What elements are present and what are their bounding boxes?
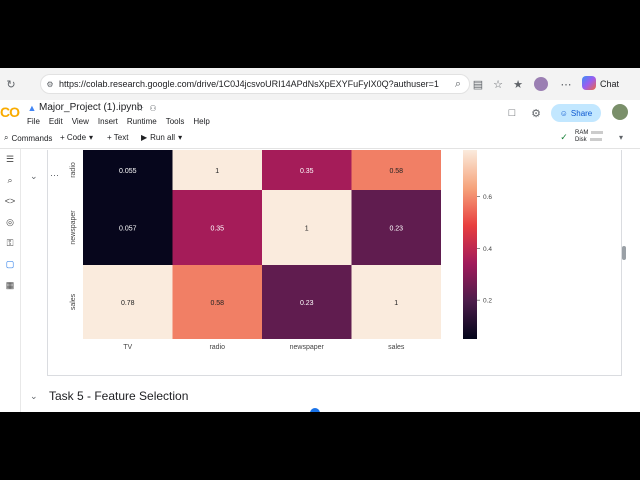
files-folder-icon[interactable]: ▢	[4, 258, 16, 270]
add-text-label: + Text	[107, 133, 129, 142]
settings-gear-icon[interactable]: ⚙	[530, 107, 542, 120]
drive-icon: ▲	[27, 103, 37, 113]
scrollbar-thumb[interactable]	[622, 246, 626, 260]
find-replace-icon[interactable]: ⌕	[4, 174, 16, 186]
heatmap-value-label: 0.057	[119, 226, 137, 233]
heatmap-value-label: 0.23	[300, 300, 314, 307]
favorites-list-icon[interactable]: ★	[512, 78, 524, 91]
connected-check-icon: ✓	[560, 131, 568, 142]
star-icon[interactable]: ☆	[135, 103, 145, 113]
heatmap-value-label: 1	[215, 168, 219, 175]
colab-logo[interactable]: CO	[0, 104, 20, 120]
share-people-icon[interactable]: ⚇	[148, 103, 158, 113]
copilot-icon[interactable]	[582, 76, 596, 90]
heatmap-value-label: 0.055	[119, 168, 137, 175]
collapse-chevron-icon[interactable]: ⌄	[30, 391, 38, 402]
address-bar[interactable]: ⚙ https://colab.research.google.com/driv…	[40, 74, 470, 94]
heatmap-value-label: 1	[394, 300, 398, 307]
left-rail: ☰ ⌕ <> ◎ ⚿ ▢ ▦	[0, 149, 21, 412]
heatmap-value-label: 0.35	[210, 226, 224, 233]
variables-icon[interactable]: ◎	[4, 216, 16, 228]
row-tick-label: sales	[70, 293, 77, 310]
section-title: Task 5 - Feature Selection	[49, 389, 189, 403]
collapse-chevron-icon[interactable]: ⌄	[30, 171, 38, 182]
ram-bar	[591, 130, 604, 134]
colab-header: CO ▲ Major_Project (1).ipynb ☆ ⚇ File Ed…	[0, 100, 640, 128]
menu-edit[interactable]: Edit	[49, 117, 63, 126]
resource-monitor[interactable]: RAM Disk	[575, 130, 604, 144]
chevron-down-icon[interactable]: ▾	[178, 133, 182, 142]
colorbar-tick-label: 0.4	[483, 246, 492, 253]
column-tick-label: radio	[209, 344, 225, 351]
terminal-table-icon[interactable]: ▦	[4, 279, 16, 291]
correlation-heatmap: 0.055 1 0.35 0.58 radio 0.057 0.35 1 0.23 newspap…	[70, 150, 492, 351]
more-options-icon[interactable]: ⋯	[560, 78, 572, 91]
heatmap-value-label: 1	[305, 226, 309, 233]
notebook-toolbar: ⌕ Commands + Code ▾ + Text ▶ Run all ▾ ✓…	[0, 128, 640, 149]
heatmap-value-label: 0.58	[389, 168, 403, 175]
play-icon: ▶	[141, 133, 148, 142]
menu-help[interactable]: Help	[193, 117, 209, 126]
share-label: Share	[570, 108, 593, 118]
search-icon[interactable]: ⌕	[452, 78, 464, 90]
add-code-button[interactable]: + Code ▾	[60, 133, 93, 142]
heatmap-value-label: 0.58	[210, 300, 224, 307]
share-people-icon: ☺	[559, 108, 568, 118]
commands-button[interactable]: ⌕ Commands	[4, 133, 52, 143]
profile-avatar[interactable]	[534, 77, 548, 91]
ram-label: RAM	[575, 130, 589, 136]
menu-file[interactable]: File	[27, 117, 40, 126]
reload-icon[interactable]: ↻	[4, 77, 18, 91]
colorbar	[463, 150, 477, 339]
search-icon: ⌕	[4, 133, 9, 142]
column-tick-label: newspaper	[290, 344, 325, 351]
code-snippets-icon[interactable]: <>	[4, 195, 16, 207]
menu-insert[interactable]: Insert	[98, 117, 118, 126]
url-text[interactable]: https://colab.research.google.com/drive/…	[59, 79, 439, 89]
chevron-down-icon[interactable]: ▾	[89, 133, 93, 142]
favorite-star-icon[interactable]: ☆	[492, 78, 504, 91]
colorbar-tick-label: 0.6	[483, 194, 492, 201]
column-tick-label: sales	[388, 344, 405, 351]
heatmap-value-label: 0.23	[389, 226, 403, 233]
row-tick-label: newspaper	[70, 210, 77, 245]
disk-bar	[589, 137, 602, 141]
secrets-key-icon[interactable]: ⚿	[4, 237, 16, 249]
output-menu-icon[interactable]: ⋯	[50, 170, 59, 181]
site-info-icon[interactable]: ⚙	[45, 79, 55, 89]
menu-view[interactable]: View	[72, 117, 89, 126]
colorbar-tick-label: 0.2	[483, 298, 492, 305]
run-all-label: Run all	[150, 133, 176, 142]
chevron-down-icon[interactable]: ▾	[616, 132, 626, 142]
commands-label: Commands	[11, 133, 53, 143]
menu-tools[interactable]: Tools	[166, 117, 185, 126]
run-all-button[interactable]: ▶ Run all ▾	[141, 133, 182, 142]
menu-runtime[interactable]: Runtime	[127, 117, 157, 126]
section-header: ⌄ Task 5 - Feature Selection	[0, 386, 640, 408]
share-button[interactable]: ☺ Share	[551, 104, 601, 122]
row-tick-label: radio	[70, 162, 77, 178]
notebook-title[interactable]: Major_Project (1).ipynb	[39, 102, 142, 113]
comment-icon[interactable]: □	[506, 107, 518, 119]
column-tick-label: TV	[123, 344, 132, 351]
user-avatar[interactable]	[612, 104, 628, 120]
heatmap-value-label: 0.78	[121, 300, 135, 307]
add-code-label: + Code	[60, 133, 87, 142]
chat-label[interactable]: Chat	[600, 79, 619, 89]
browser-window: ↻ ⚙ https://colab.research.google.com/dr…	[0, 68, 640, 412]
browser-toolbar: ↻ ⚙ https://colab.research.google.com/dr…	[0, 68, 640, 100]
menu-bar: File Edit View Insert Runtime Tools Help	[27, 117, 210, 126]
add-text-button[interactable]: + Text	[107, 133, 128, 142]
table-of-contents-icon[interactable]: ☰	[4, 153, 16, 165]
heatmap-value-label: 0.35	[300, 168, 314, 175]
disk-label: Disk	[575, 137, 587, 143]
reader-view-icon[interactable]: ▤	[472, 78, 484, 91]
cursor-indicator	[310, 408, 320, 412]
